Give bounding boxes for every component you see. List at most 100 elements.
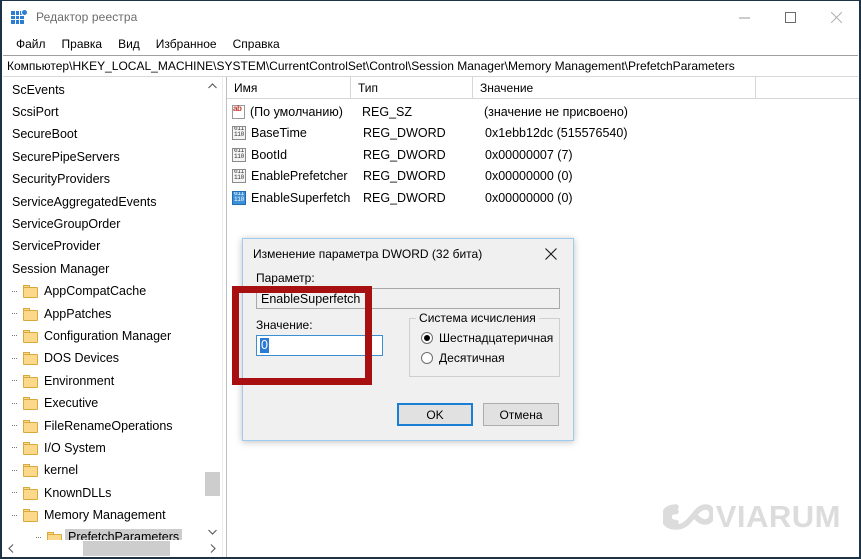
value-data-text: 0 — [260, 338, 269, 353]
tree-item-i-o-system[interactable]: I/O System — [2, 437, 202, 459]
value-row[interactable]: (По умолчанию)REG_SZ(значение не присвое… — [227, 101, 859, 123]
menu-item-help[interactable]: Справка — [225, 35, 288, 53]
menu-item-view[interactable]: Вид — [110, 35, 148, 53]
window-controls — [721, 1, 859, 33]
tree-hscroll-track[interactable] — [19, 540, 204, 557]
tree-item-label: AppPatches — [44, 307, 111, 322]
tree-expander-icon[interactable] — [10, 370, 23, 392]
tree-item-serviceaggregatedevents[interactable]: ServiceAggregatedEvents — [2, 191, 202, 213]
column-header-value[interactable]: Значение — [473, 77, 756, 98]
column-header-name[interactable]: Имя — [227, 77, 351, 98]
tree-item-serviceprovider[interactable]: ServiceProvider — [2, 236, 202, 258]
close-button[interactable] — [813, 1, 859, 33]
param-label: Параметр: — [256, 271, 560, 285]
tree-item-appcompatcache[interactable]: AppCompatCache — [2, 281, 202, 303]
tree-item-scsiport[interactable]: ScsiPort — [2, 101, 202, 123]
tree-item-label: ScEvents — [12, 83, 65, 98]
tree-item-knowndlls[interactable]: KnownDLLs — [2, 482, 202, 504]
value-row[interactable]: EnableSuperfetchREG_DWORD0x00000000 (0) — [227, 187, 859, 209]
value-name: (По умолчанию) — [250, 105, 362, 119]
tree-item-environment[interactable]: Environment — [2, 370, 202, 392]
radio-hexadecimal[interactable]: Шестнадцатеричная — [421, 328, 559, 348]
tree-item-label: ServiceGroupOrder — [12, 217, 120, 232]
chevron-right-icon[interactable] — [204, 540, 221, 557]
radio-decimal[interactable]: Десятичная — [421, 348, 559, 368]
tree-item-secureboot[interactable]: SecureBoot — [2, 124, 202, 146]
tree-expander-icon[interactable] — [10, 505, 23, 527]
radio-hexadecimal-indicator[interactable] — [421, 332, 433, 344]
column-header-extra[interactable] — [756, 77, 859, 98]
folder-icon — [23, 397, 39, 410]
tree-expander-icon[interactable] — [10, 303, 23, 325]
tree-item-dos-devices[interactable]: DOS Devices — [2, 348, 202, 370]
tree-item-session-manager[interactable]: Session Manager — [2, 258, 202, 280]
dialog-close-button[interactable] — [529, 239, 573, 269]
tree-item-label: DOS Devices — [44, 351, 119, 366]
folder-icon — [23, 375, 39, 388]
tree-item-filerenameoperations[interactable]: FileRenameOperations — [2, 415, 202, 437]
registry-tree-pane: ScEvents ScsiPortSecureBoot SecurePipeServ… — [2, 77, 222, 557]
tree-item-memory-management[interactable]: Memory Management — [2, 504, 202, 526]
address-bar[interactable]: Компьютер\HKEY_LOCAL_MACHINE\SYSTEM\Curr… — [3, 55, 858, 77]
column-header-type[interactable]: Тип — [351, 77, 473, 98]
value-type: REG_DWORD — [363, 126, 485, 140]
chevron-left-icon[interactable] — [2, 540, 19, 557]
value-type: REG_DWORD — [363, 148, 485, 162]
folder-icon — [23, 285, 39, 298]
tree-item-label: ServiceProvider — [12, 239, 100, 254]
dword-value-icon — [232, 191, 246, 205]
radix-group: Система исчисления Шестнадцатеричная Дес… — [409, 318, 560, 377]
dword-value-icon — [232, 148, 246, 162]
tree-item-label: Environment — [44, 374, 114, 389]
cancel-button[interactable]: Отмена — [483, 403, 559, 426]
value-row[interactable]: EnablePrefetcherREG_DWORD0x00000000 (0) — [227, 166, 859, 188]
address-path: Компьютер\HKEY_LOCAL_MACHINE\SYSTEM\Curr… — [3, 59, 735, 73]
tree-item-apppatches[interactable]: AppPatches — [2, 303, 202, 325]
value-data-input[interactable]: 0 — [256, 335, 383, 356]
tree-expander-icon[interactable] — [10, 325, 23, 347]
chevron-down-icon[interactable] — [204, 523, 221, 540]
value-data: 0x00000007 (7) — [485, 148, 859, 162]
value-name: EnableSuperfetch — [251, 191, 363, 205]
param-name-input[interactable]: EnableSuperfetch — [256, 288, 560, 309]
tree-expander-icon[interactable] — [10, 437, 23, 459]
tree-item-label: AppCompatCache — [44, 284, 146, 299]
tree-scroll-thumb[interactable] — [205, 472, 220, 496]
radio-decimal-indicator[interactable] — [421, 352, 433, 364]
tree-item-configuration-manager[interactable]: Configuration Manager — [2, 325, 202, 347]
tree-item-securepipeservers[interactable]: SecurePipeServers — [2, 146, 202, 168]
folder-icon — [23, 308, 39, 321]
tree-item-securityproviders[interactable]: SecurityProviders — [2, 169, 202, 191]
viarum-watermark: VIARUM — [663, 499, 841, 535]
tree-expander-icon[interactable] — [10, 348, 23, 370]
title-bar: Редактор реестра — [2, 1, 859, 33]
value-row[interactable]: BootIdREG_DWORD0x00000007 (7) — [227, 144, 859, 166]
value-row[interactable]: BaseTimeREG_DWORD0x1ebb12dc (515576540) — [227, 123, 859, 145]
maximize-button[interactable] — [767, 1, 813, 33]
tree-expander-icon[interactable] — [10, 482, 23, 504]
tree-vertical-scrollbar[interactable] — [203, 77, 221, 540]
tree-item-label: Memory Management — [44, 508, 166, 523]
tree-expander-icon[interactable] — [10, 393, 23, 415]
folder-icon — [23, 330, 39, 343]
tree-item-kernel[interactable]: kernel — [2, 460, 202, 482]
tree-item-servicegrouporder[interactable]: ServiceGroupOrder — [2, 213, 202, 235]
ok-button[interactable]: OK — [397, 403, 473, 426]
tree-expander-icon[interactable] — [10, 460, 23, 482]
chevron-up-icon[interactable] — [204, 77, 221, 94]
dialog-buttons: OK Отмена — [397, 403, 559, 426]
tree-item-scevents[interactable]: ScEvents — [2, 79, 202, 101]
folder-icon — [23, 442, 39, 455]
tree-item-label: I/O System — [44, 441, 106, 456]
tree-hscroll-thumb[interactable] — [83, 541, 170, 556]
menu-item-file[interactable]: Файл — [8, 35, 54, 53]
tree-horizontal-scrollbar[interactable] — [2, 540, 221, 557]
menu-item-edit[interactable]: Правка — [54, 35, 111, 53]
tree-expander-icon[interactable] — [10, 415, 23, 437]
minimize-button[interactable] — [721, 1, 767, 33]
tree-expander-icon[interactable] — [10, 281, 23, 303]
tree-item-label: SecurePipeServers — [12, 150, 120, 165]
registry-editor-icon — [11, 9, 27, 25]
tree-item-executive[interactable]: Executive — [2, 392, 202, 414]
menu-item-favorites[interactable]: Избранное — [148, 35, 225, 53]
